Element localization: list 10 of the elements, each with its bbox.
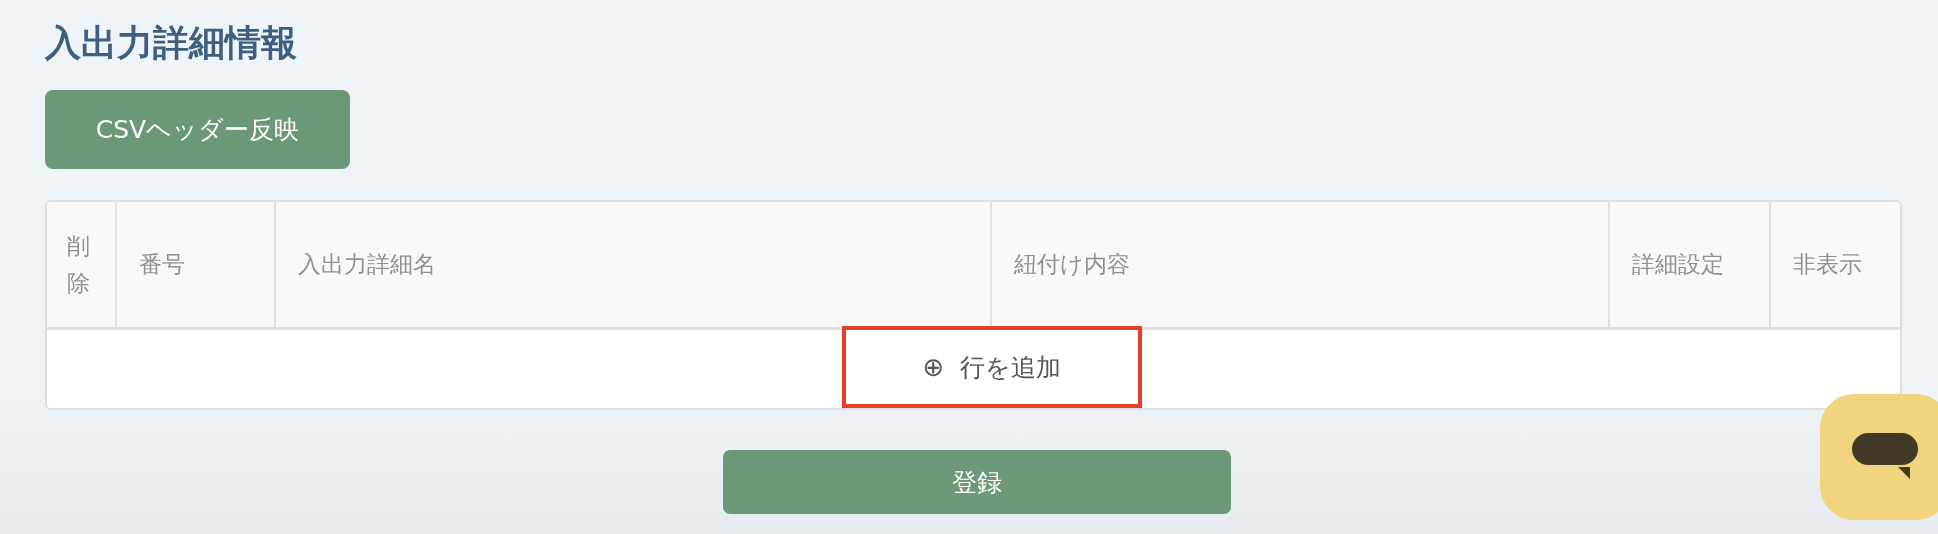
column-header: 非表示 — [1792, 250, 1863, 279]
chat-button[interactable] — [1820, 394, 1938, 520]
column-header: 番号 — [117, 202, 276, 327]
section-title: 入出力詳細情報 — [45, 21, 298, 65]
add-row-button[interactable]: ⊕ 行を追加 — [842, 326, 1142, 408]
chat-bubble-icon — [1852, 433, 1918, 481]
column-header: 詳細設定 — [1610, 202, 1771, 327]
column-header: 削除 — [47, 202, 117, 327]
csv-header-button[interactable]: CSVヘッダー反映 — [45, 90, 350, 169]
submit-button[interactable]: 登録 — [722, 450, 1231, 514]
